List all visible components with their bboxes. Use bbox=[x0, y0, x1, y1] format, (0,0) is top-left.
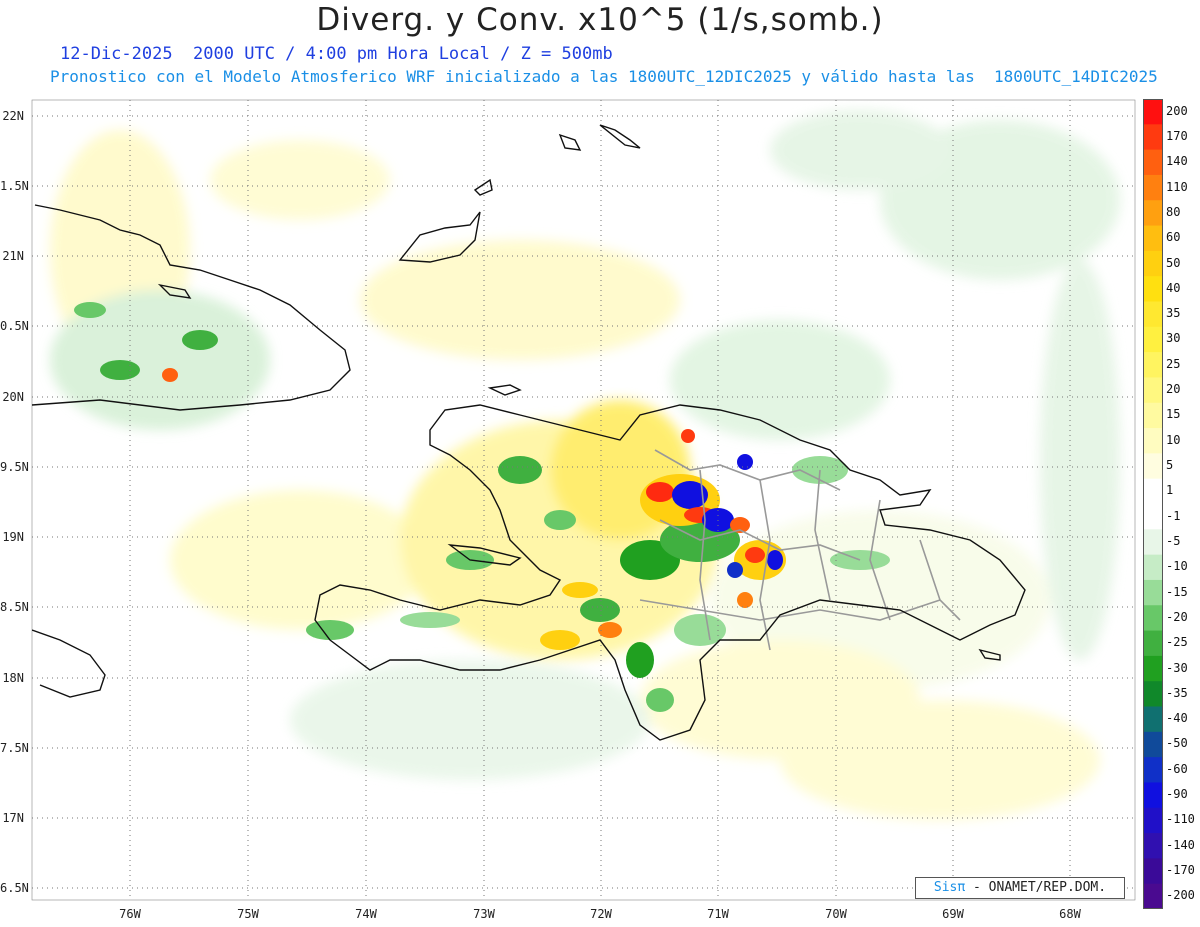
lon-label: 74W bbox=[355, 907, 377, 921]
colorbar-swatch bbox=[1143, 377, 1163, 404]
colorbar-label: 40 bbox=[1166, 280, 1181, 295]
colorbar-swatch bbox=[1143, 579, 1163, 606]
colorbar-label: 20 bbox=[1166, 382, 1181, 397]
lon-label: 75W bbox=[237, 907, 259, 921]
lat-label: 7.5N bbox=[0, 741, 29, 755]
lat-label: 18N bbox=[2, 671, 24, 685]
colorbar-swatch bbox=[1143, 807, 1163, 834]
colorbar-swatch bbox=[1143, 453, 1163, 480]
colorbar-label: 200 bbox=[1166, 103, 1188, 118]
colorbar-label: 25 bbox=[1166, 356, 1181, 371]
colorbar-swatch bbox=[1143, 402, 1163, 429]
colorbar-label: -200 bbox=[1166, 888, 1195, 903]
colorbar-swatch bbox=[1143, 529, 1163, 556]
colorbar-label: -10 bbox=[1166, 559, 1188, 574]
colorbar-swatch bbox=[1143, 174, 1163, 201]
colorbar-label: 30 bbox=[1166, 331, 1181, 346]
colorbar-swatch bbox=[1143, 681, 1163, 707]
colorbar-label: 110 bbox=[1166, 179, 1188, 194]
colorbar-swatch bbox=[1143, 478, 1163, 505]
forecast-map bbox=[31, 99, 1136, 901]
colorbar-swatch bbox=[1143, 706, 1163, 733]
colorbar-label: -15 bbox=[1166, 584, 1188, 599]
lat-label: 19N bbox=[2, 530, 24, 544]
colorbar-swatch bbox=[1143, 225, 1163, 252]
colorbar-label: -170 bbox=[1166, 863, 1195, 878]
colorbar-swatch bbox=[1143, 124, 1163, 151]
brand-text: - ONAMET/REP.DOM. bbox=[965, 880, 1107, 895]
lon-label: 68W bbox=[1059, 907, 1081, 921]
colorbar bbox=[1143, 99, 1163, 909]
colorbar-swatch bbox=[1143, 731, 1163, 758]
colorbar-swatch bbox=[1143, 630, 1163, 657]
colorbar-label: 1 bbox=[1166, 483, 1174, 498]
colorbar-label: -110 bbox=[1166, 812, 1195, 827]
colorbar-swatch bbox=[1143, 605, 1163, 632]
colorbar-swatch bbox=[1143, 782, 1163, 809]
colorbar-swatch bbox=[1143, 428, 1163, 454]
lon-label: 76W bbox=[119, 907, 141, 921]
lat-label: 6.5N bbox=[0, 881, 29, 895]
colorbar-label: -30 bbox=[1166, 660, 1188, 675]
colorbar-swatch bbox=[1143, 301, 1163, 328]
colorbar-label: -35 bbox=[1166, 685, 1188, 700]
colorbar-swatch bbox=[1143, 326, 1163, 353]
colorbar-label: -90 bbox=[1166, 787, 1188, 802]
lon-label: 69W bbox=[942, 907, 964, 921]
colorbar-label: 50 bbox=[1166, 255, 1181, 270]
lat-label: 17N bbox=[2, 811, 24, 825]
lat-label: 8.5N bbox=[0, 600, 29, 614]
sis-logo-text: Sisπ bbox=[933, 880, 966, 895]
lon-label: 70W bbox=[825, 907, 847, 921]
colorbar-swatch bbox=[1143, 149, 1163, 176]
colorbar-label: -5 bbox=[1166, 533, 1181, 548]
colorbar-swatch bbox=[1143, 833, 1163, 859]
lat-label: 20N bbox=[2, 390, 24, 404]
colorbar-swatch bbox=[1143, 200, 1163, 227]
lon-label: 72W bbox=[590, 907, 612, 921]
lat-label: 1.5N bbox=[0, 179, 29, 193]
colorbar-swatch bbox=[1143, 504, 1163, 530]
colorbar-label: 80 bbox=[1166, 204, 1181, 219]
colorbar-swatch bbox=[1143, 276, 1163, 302]
colorbar-label: 35 bbox=[1166, 306, 1181, 321]
colorbar-label: 140 bbox=[1166, 154, 1188, 169]
lat-label: 21N bbox=[2, 249, 24, 263]
lat-label: 0.5N bbox=[0, 319, 29, 333]
colorbar-swatch bbox=[1143, 858, 1163, 885]
colorbar-label: 60 bbox=[1166, 230, 1181, 245]
colorbar-label: -40 bbox=[1166, 711, 1188, 726]
colorbar-label: -1 bbox=[1166, 508, 1181, 523]
lon-label: 73W bbox=[473, 907, 495, 921]
colorbar-swatch bbox=[1143, 655, 1163, 682]
colorbar-label: 5 bbox=[1166, 458, 1174, 473]
colorbar-label: -60 bbox=[1166, 761, 1188, 776]
colorbar-swatch bbox=[1143, 250, 1163, 277]
colorbar-label: -25 bbox=[1166, 635, 1188, 650]
colorbar-swatch bbox=[1143, 554, 1163, 581]
lon-label: 71W bbox=[707, 907, 729, 921]
colorbar-swatch bbox=[1143, 99, 1163, 125]
colorbar-swatch bbox=[1143, 883, 1163, 909]
colorbar-label: 15 bbox=[1166, 407, 1181, 422]
colorbar-label: 170 bbox=[1166, 128, 1188, 143]
lat-label: 22N bbox=[2, 109, 24, 123]
colorbar-label: -50 bbox=[1166, 736, 1188, 751]
brand-box: Sisπ - ONAMET/REP.DOM. bbox=[915, 877, 1125, 899]
colorbar-label: -140 bbox=[1166, 837, 1195, 852]
colorbar-label: 10 bbox=[1166, 432, 1181, 447]
lat-label: 9.5N bbox=[0, 460, 29, 474]
colorbar-label: -20 bbox=[1166, 609, 1188, 624]
colorbar-swatch bbox=[1143, 757, 1163, 783]
colorbar-swatch bbox=[1143, 352, 1163, 378]
